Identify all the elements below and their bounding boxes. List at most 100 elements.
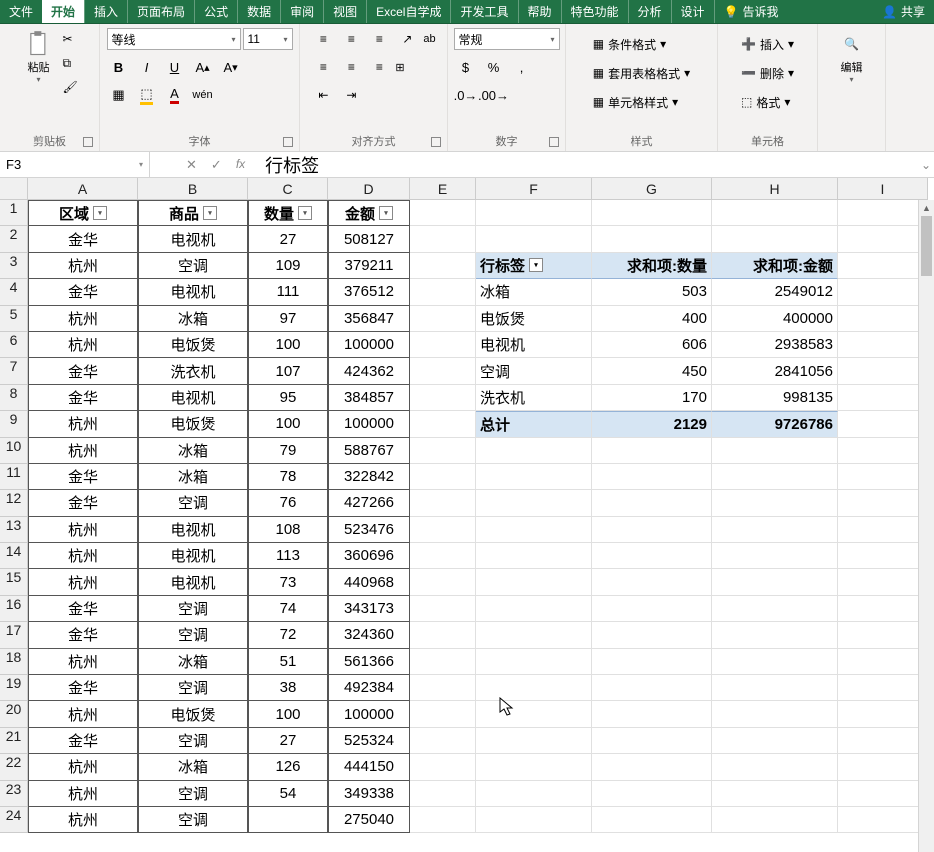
cell[interactable]: 343173 — [328, 596, 410, 622]
cell[interactable]: 54 — [248, 781, 328, 807]
align-left-button[interactable]: ≡ — [311, 56, 335, 78]
tab-insert[interactable]: 插入 — [84, 0, 127, 23]
format-painter-button[interactable]: 🖌 — [63, 80, 81, 98]
row-header[interactable]: 5 — [0, 306, 28, 332]
cell[interactable] — [476, 649, 592, 675]
cell[interactable]: 求和项:数量 — [592, 253, 712, 279]
align-middle-button[interactable]: ≡ — [339, 28, 363, 50]
cell[interactable] — [712, 649, 838, 675]
cell[interactable]: 空调 — [138, 781, 248, 807]
cell[interactable]: 107 — [248, 358, 328, 384]
cell[interactable]: 杭州 — [28, 411, 138, 437]
row-header[interactable]: 23 — [0, 781, 28, 807]
cell[interactable] — [592, 622, 712, 648]
cell[interactable]: 杭州 — [28, 649, 138, 675]
row-header[interactable]: 18 — [0, 649, 28, 675]
cell[interactable] — [410, 332, 476, 358]
cell[interactable] — [410, 358, 476, 384]
cell[interactable]: 523476 — [328, 517, 410, 543]
cell[interactable] — [838, 622, 928, 648]
cell[interactable]: 电视机 — [138, 279, 248, 305]
cell[interactable]: 72 — [248, 622, 328, 648]
cell[interactable]: 324360 — [328, 622, 410, 648]
row-header[interactable]: 14 — [0, 543, 28, 569]
table-format-button[interactable]: ▦套用表格格式 ▾ — [593, 61, 690, 85]
decrease-font-button[interactable]: A▾ — [219, 56, 243, 78]
cell[interactable]: 73 — [248, 569, 328, 595]
cell[interactable]: 电饭煲 — [138, 701, 248, 727]
cell[interactable] — [476, 438, 592, 464]
row-header[interactable]: 21 — [0, 728, 28, 754]
cell[interactable]: 113 — [248, 543, 328, 569]
cell[interactable]: 数量▾ — [248, 200, 328, 226]
decrease-indent-button[interactable]: ⇤ — [311, 84, 335, 106]
cell[interactable]: 电视机 — [476, 332, 592, 358]
col-header-I[interactable]: I — [838, 178, 928, 200]
cell[interactable] — [410, 200, 476, 226]
cell[interactable] — [476, 675, 592, 701]
tab-view[interactable]: 视图 — [323, 0, 366, 23]
cell[interactable]: 508127 — [328, 226, 410, 252]
cell[interactable] — [838, 781, 928, 807]
cell[interactable]: 电饭煲 — [476, 306, 592, 332]
cell[interactable] — [410, 728, 476, 754]
cell[interactable] — [838, 279, 928, 305]
cell[interactable] — [838, 358, 928, 384]
cell[interactable] — [410, 517, 476, 543]
cell[interactable]: 区域▾ — [28, 200, 138, 226]
filter-button[interactable]: ▾ — [93, 206, 107, 220]
cell[interactable] — [476, 490, 592, 516]
row-header[interactable]: 1 — [0, 200, 28, 226]
cell[interactable] — [592, 701, 712, 727]
cell[interactable] — [712, 438, 838, 464]
cell[interactable]: 427266 — [328, 490, 410, 516]
cell[interactable] — [712, 490, 838, 516]
dialog-launcher[interactable] — [283, 137, 293, 147]
col-header-B[interactable]: B — [138, 178, 248, 200]
cell[interactable]: 空调 — [138, 675, 248, 701]
cell[interactable]: 322842 — [328, 464, 410, 490]
font-color-button[interactable]: A — [163, 84, 187, 106]
cell[interactable]: 金华 — [28, 675, 138, 701]
scroll-up-button[interactable]: ▲ — [919, 200, 934, 216]
cell[interactable]: 金华 — [28, 728, 138, 754]
cell[interactable] — [410, 385, 476, 411]
tab-pagelayout[interactable]: 页面布局 — [127, 0, 194, 23]
find-button[interactable]: 🔍 编辑 ▾ — [832, 28, 872, 84]
cell[interactable] — [712, 807, 838, 833]
cell[interactable] — [410, 675, 476, 701]
insert-cells-button[interactable]: ➕插入 ▾ — [741, 32, 794, 56]
cell[interactable]: 洗衣机 — [138, 358, 248, 384]
cell[interactable] — [838, 517, 928, 543]
col-header-H[interactable]: H — [712, 178, 838, 200]
cell[interactable] — [592, 490, 712, 516]
chevron-down-icon[interactable]: ▾ — [139, 160, 143, 169]
cell[interactable]: 400000 — [712, 306, 838, 332]
cell[interactable] — [592, 464, 712, 490]
cell[interactable] — [476, 728, 592, 754]
cell[interactable]: 杭州 — [28, 569, 138, 595]
cell[interactable]: 2938583 — [712, 332, 838, 358]
cell[interactable]: 588767 — [328, 438, 410, 464]
paste-button[interactable]: 粘贴 ▾ — [19, 28, 59, 84]
cell[interactable]: 冰箱 — [138, 438, 248, 464]
increase-indent-button[interactable]: ⇥ — [339, 84, 363, 106]
cell[interactable] — [838, 754, 928, 780]
font-size-combo[interactable]: 11▾ — [243, 28, 293, 50]
orientation-button[interactable]: ↗ — [395, 28, 419, 50]
cell[interactable]: 空调 — [138, 490, 248, 516]
tab-data[interactable]: 数据 — [237, 0, 280, 23]
cell[interactable]: 2129 — [592, 411, 712, 437]
cell[interactable] — [410, 464, 476, 490]
cell[interactable] — [410, 543, 476, 569]
cell[interactable]: 金华 — [28, 358, 138, 384]
cell[interactable]: 金华 — [28, 279, 138, 305]
cell[interactable] — [838, 490, 928, 516]
cell[interactable] — [838, 438, 928, 464]
row-header[interactable]: 7 — [0, 358, 28, 384]
cell[interactable] — [712, 200, 838, 226]
col-header-D[interactable]: D — [328, 178, 410, 200]
cell[interactable] — [410, 411, 476, 437]
cell[interactable]: 杭州 — [28, 701, 138, 727]
cut-button[interactable]: ✂ — [63, 32, 81, 50]
